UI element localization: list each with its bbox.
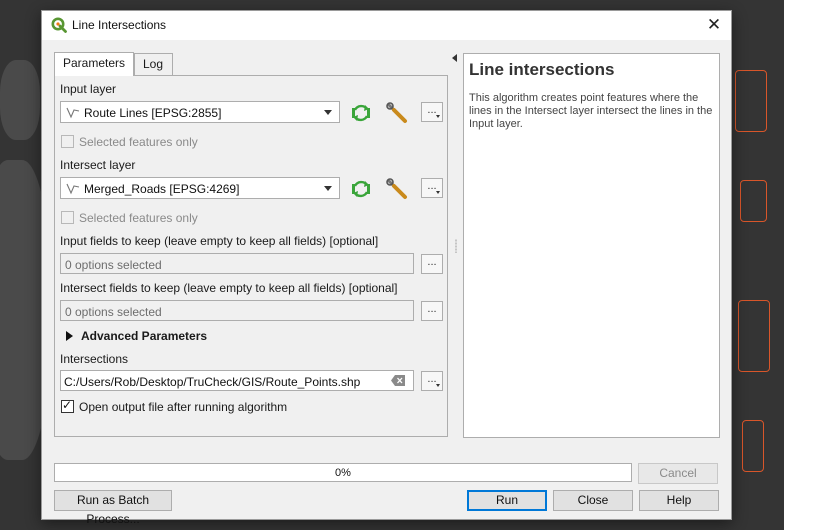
intersect-layer-combo[interactable]: Merged_Roads [EPSG:4269] xyxy=(60,177,340,199)
open-output-checkbox[interactable] xyxy=(61,398,74,413)
input-fields-label: Input fields to keep (leave empty to kee… xyxy=(60,234,379,248)
progress-bar: 0% xyxy=(54,463,632,482)
tab-parameters[interactable]: Parameters xyxy=(54,52,134,76)
iterate-icon[interactable] xyxy=(349,101,373,125)
qgis-logo-icon xyxy=(51,17,67,33)
progress-text: 0% xyxy=(335,467,351,479)
iterate-icon[interactable] xyxy=(349,177,373,201)
input-selected-only-label: Selected features only xyxy=(79,135,198,149)
output-label: Intersections xyxy=(60,352,129,366)
output-path-field[interactable]: C:/Users/Rob/Desktop/TruCheck/GIS/Route_… xyxy=(60,370,414,391)
input-layer-combo[interactable]: Route Lines [EPSG:2855] xyxy=(60,101,340,123)
wrench-icon[interactable] xyxy=(385,177,409,201)
advanced-parameters-toggle[interactable]: Advanced Parameters xyxy=(81,329,207,343)
chevron-down-icon xyxy=(436,115,440,118)
intersect-layer-browse-button[interactable]: ... xyxy=(421,178,443,198)
help-title: Line intersections xyxy=(469,60,615,79)
help-body: This algorithm creates point features wh… xyxy=(469,92,713,130)
title-bar[interactable]: Line Intersections ✕ xyxy=(42,11,731,40)
intersect-selected-only-label: Selected features only xyxy=(79,211,198,225)
output-path-value: C:/Users/Rob/Desktop/TruCheck/GIS/Route_… xyxy=(64,375,361,389)
tab-log[interactable]: Log xyxy=(134,53,173,75)
input-fields-browse-button[interactable]: ... xyxy=(421,254,443,274)
map-road-line xyxy=(742,420,764,472)
intersect-selected-only-checkbox[interactable] xyxy=(61,211,74,224)
triangle-right-icon[interactable] xyxy=(66,331,73,341)
intersect-fields-value: 0 options selected xyxy=(65,305,162,319)
line-layer-icon xyxy=(66,183,80,195)
close-button[interactable]: Close xyxy=(553,490,633,511)
input-layer-label: Input layer xyxy=(60,82,117,96)
window-title: Line Intersections xyxy=(72,18,167,32)
intersect-layer-label: Intersect layer xyxy=(60,158,136,172)
input-layer-browse-button[interactable]: ... xyxy=(421,102,443,122)
splitter-handle[interactable] xyxy=(455,239,457,253)
input-selected-only-checkbox[interactable] xyxy=(61,135,74,148)
map-road-line xyxy=(738,300,770,372)
intersect-fields-field[interactable]: 0 options selected xyxy=(60,300,414,321)
input-fields-value: 0 options selected xyxy=(65,258,162,272)
collapse-help-arrow-icon[interactable] xyxy=(452,54,457,62)
chevron-down-icon xyxy=(324,186,332,191)
input-layer-value: Route Lines [EPSG:2855] xyxy=(84,106,222,120)
map-edge xyxy=(784,0,816,530)
wrench-icon[interactable] xyxy=(385,101,409,125)
chevron-down-icon xyxy=(436,384,440,387)
help-panel: Line intersections This algorithm create… xyxy=(463,53,720,438)
map-road-line xyxy=(735,70,767,132)
output-browse-button[interactable]: ... xyxy=(421,371,443,391)
run-button[interactable]: Run xyxy=(467,490,547,511)
cancel-button[interactable]: Cancel xyxy=(638,463,718,484)
close-window-button[interactable]: ✕ xyxy=(703,14,725,36)
open-output-label: Open output file after running algorithm xyxy=(79,400,288,414)
browse-label: ... xyxy=(427,256,437,268)
input-fields-field[interactable]: 0 options selected xyxy=(60,253,414,274)
clear-icon[interactable] xyxy=(391,375,405,386)
help-button[interactable]: Help xyxy=(639,490,719,511)
line-intersections-dialog: Line Intersections ✕ Parameters Log Inpu… xyxy=(41,10,732,526)
map-road-line xyxy=(740,180,767,222)
intersect-layer-value: Merged_Roads [EPSG:4269] xyxy=(84,182,240,196)
map-water-area xyxy=(0,60,40,140)
browse-label: ... xyxy=(427,303,437,315)
chevron-down-icon xyxy=(436,191,440,194)
parameters-panel: Input layer Route Lines [EPSG:2855] ... xyxy=(54,75,448,437)
intersect-fields-browse-button[interactable]: ... xyxy=(421,301,443,321)
run-as-batch-button[interactable]: Run as Batch Process... xyxy=(54,490,172,526)
chevron-down-icon xyxy=(324,110,332,115)
line-layer-icon xyxy=(66,107,80,119)
intersect-fields-label: Intersect fields to keep (leave empty to… xyxy=(60,281,398,295)
